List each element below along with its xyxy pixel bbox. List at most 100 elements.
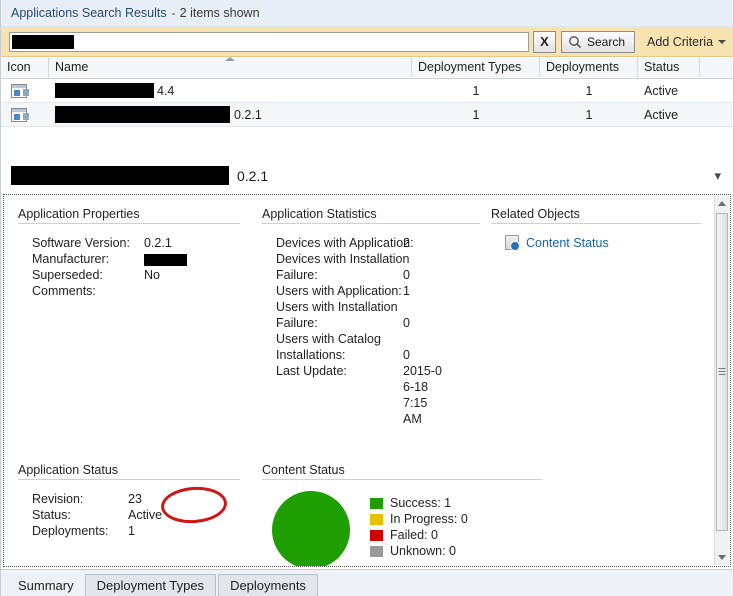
legend-label: In Progress: 0 [390,512,468,526]
statistic-value: 0 [403,316,410,330]
detail-name-redaction [11,166,229,185]
legend-label: Unknown: 0 [390,544,457,558]
add-criteria-label: Add Criteria [647,34,714,49]
statistic-row-users-with-application: Users with Application: 1 [262,283,480,299]
application-statistics-section: Application Statistics Devices with Appl… [262,207,480,426]
row-deployments-cell: 1 [585,83,593,98]
table-row[interactable]: 0.2.1 1 1 Active [1,103,733,127]
statistic-row-users-install-failure-l1: Users with Installation [262,299,480,315]
tab-deployments[interactable]: Deployments [218,574,318,596]
statistic-row-users-catalog-l1: Users with Catalog [262,331,480,347]
detail-pane-content: Application Properties Software Version:… [4,195,716,566]
legend-label: Success: 1 [390,496,452,510]
column-header-status-label: Status [644,60,680,74]
chevron-down-icon [718,39,727,44]
property-row-manufacturer: Manufacturer: [18,251,240,267]
search-value-redaction [12,34,74,49]
detail-pane: Application Properties Software Version:… [3,194,731,567]
row-status-cell: Active [644,83,679,98]
chevron-up-icon [718,201,726,206]
statistic-label: Devices with Application: [276,236,414,250]
status-value-revision: 23 [128,492,142,506]
status-label: Deployments: [32,524,109,538]
status-label: Status: [32,508,71,522]
row-name-cell: 4.4 [49,83,412,98]
row-name-version: 0.2.1 [234,107,262,122]
property-label: Software Version: [32,236,130,250]
scroll-up-button[interactable] [715,196,729,211]
statistic-value: 2015-0 6-18 7:15 AM [403,364,442,426]
application-icon [11,107,27,122]
items-shown-count: 2 items shown [179,6,260,20]
statistic-value: 0 [403,348,410,362]
row-icon-cell [1,107,49,122]
legend-swatch-success-icon [370,497,383,509]
tab-deployment-types-label: Deployment Types [96,578,205,593]
status-row-status: Status: Active [18,507,240,523]
clear-search-label: X [540,34,549,49]
property-label: Comments: [32,284,96,298]
legend-item-unknown: Unknown: 0 [370,543,468,559]
legend-item-success: Success: 1 [370,495,468,511]
detail-pane-scrollbar[interactable] [714,196,729,565]
tab-summary[interactable]: Summary [7,574,85,596]
application-properties-section: Application Properties Software Version:… [18,207,240,299]
statistic-label: Users with Installation [276,300,398,314]
statistic-label: Users with Catalog [276,332,381,346]
scroll-down-button[interactable] [715,550,729,565]
status-row-deployments: Deployments: 1 [18,523,240,539]
detail-tab-bar: Summary Deployment Types Deployments [1,569,733,596]
page-title: Applications Search Results [11,6,167,20]
detail-pane-header[interactable]: 0.2.1 ▾ [1,161,733,191]
property-row-software-version: Software Version: 0.2.1 [18,235,240,251]
related-object-label: Content Status [526,235,609,250]
property-label: Manufacturer: [32,252,110,266]
window-title-bar: Applications Search Results - 2 items sh… [1,0,733,27]
search-input[interactable] [9,31,529,52]
related-object-content-status[interactable]: Content Status [491,235,701,251]
chevron-down-icon[interactable]: ▾ [714,168,725,184]
row-deployment-types-cell: 1 [472,107,480,122]
column-header-deployments-label: Deployments [546,60,619,74]
search-button[interactable]: Search [561,30,636,53]
statistic-label: Installations: [276,348,346,362]
tab-deployment-types[interactable]: Deployment Types [84,574,217,596]
application-status-section: Application Status Revision: 23 Status: … [18,463,240,539]
column-header-status[interactable]: Status [638,57,700,78]
legend-swatch-unknown-icon [370,545,383,557]
statistic-label: Failure: [276,316,318,330]
row-name-cell: 0.2.1 [49,106,412,123]
manufacturer-redaction [144,253,187,266]
column-header-icon[interactable]: Icon [1,57,49,78]
add-criteria-button[interactable]: Add Criteria [647,34,727,49]
column-header-deployment-types[interactable]: Deployment Types [412,57,540,78]
row-name-redaction [55,106,230,123]
column-header-spacer[interactable] [700,57,733,78]
statistic-row-users-catalog-installations: Installations: 0 [262,347,480,363]
tab-deployments-label: Deployments [230,578,306,593]
application-status-title: Application Status [18,463,240,480]
statistic-row-devices-install-failure: Failure: 0 [262,267,480,283]
clear-search-button[interactable]: X [533,30,556,53]
results-grid-header: Icon Name Deployment Types Deployments S… [1,57,733,79]
table-row[interactable]: 4.4 1 1 Active [1,79,733,103]
status-row-revision: Revision: 23 [18,491,240,507]
scrollbar-thumb[interactable] [716,213,728,531]
search-toolbar: X Search Add Criteria [1,27,733,57]
legend-item-in-progress: In Progress: 0 [370,511,468,527]
statistic-value: 2 [403,236,410,250]
application-properties-title: Application Properties [18,207,240,224]
column-header-deployment-types-label: Deployment Types [418,60,522,74]
content-status-legend: Success: 1 In Progress: 0 Failed: 0 Unkn… [370,491,468,559]
legend-swatch-failed-icon [370,529,383,541]
scrollbar-grip-icon [718,368,726,376]
column-header-deployments[interactable]: Deployments [540,57,638,78]
statistic-label: Devices with Installation [276,252,410,266]
column-header-name[interactable]: Name [49,57,412,78]
related-objects-section: Related Objects Content Status [491,207,701,251]
statistic-row-devices-with-application: Devices with Application: 2 [262,235,480,251]
property-value [144,283,240,299]
property-value: 0.2.1 [144,236,172,250]
content-status-icon [505,235,520,251]
legend-swatch-in-progress-icon [370,513,383,525]
